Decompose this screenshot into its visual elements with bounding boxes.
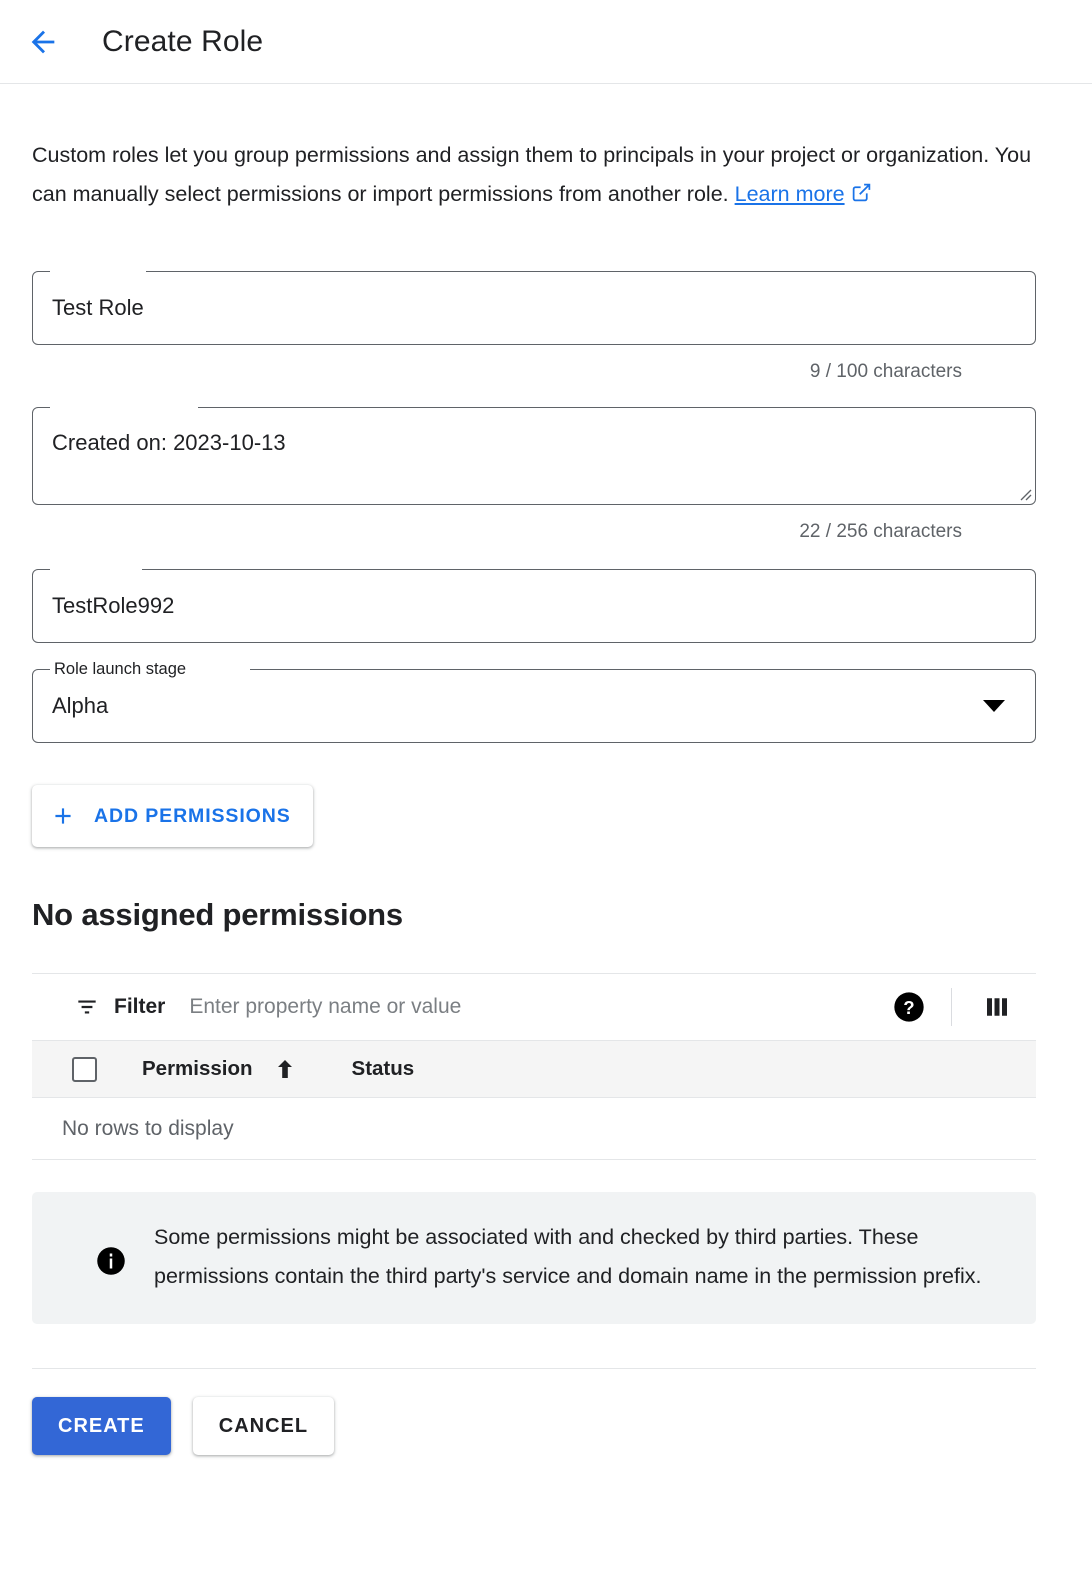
open-in-new-icon[interactable] (851, 177, 872, 216)
add-permissions-button[interactable]: ADD PERMISSIONS (32, 785, 313, 847)
filter-toolbar: Filter Enter property name or value ? (32, 974, 1036, 1040)
help-filled-icon[interactable]: ? (893, 991, 925, 1023)
info-filled-icon (96, 1246, 126, 1276)
role-description-field[interactable]: Created on: 2023-10-13 (32, 407, 1036, 505)
svg-text:?: ? (903, 997, 914, 1018)
learn-more-link[interactable]: Learn more (735, 182, 845, 206)
table-header-row: Permission Status (32, 1040, 1036, 1098)
back-button[interactable] (19, 18, 67, 66)
page-title: Create Role (102, 25, 263, 59)
launch-stage-select[interactable]: Role launch stage Alpha (32, 669, 1036, 743)
column-settings-icon[interactable] (982, 992, 1012, 1022)
permissions-section-title: No assigned permissions (32, 897, 1092, 933)
role-title-counter: 9 / 100 characters (32, 361, 962, 383)
column-header-status[interactable]: Status (352, 1057, 415, 1081)
filter-list-icon[interactable] (74, 994, 100, 1020)
page-header: Create Role (0, 0, 1092, 84)
cancel-button[interactable]: CANCEL (193, 1397, 334, 1455)
footer-actions: CREATE CANCEL (32, 1397, 1092, 1455)
add-permissions-label: ADD PERMISSIONS (94, 805, 291, 828)
sort-ascending-arrow-icon (273, 1057, 297, 1081)
filter-label: Filter (114, 995, 165, 1019)
description-text: Custom roles let you group permissions a… (32, 143, 1031, 206)
third-party-info-callout: Some permissions might be associated wit… (32, 1192, 1036, 1324)
role-id-field-wrapper: TestRole992 (32, 569, 1036, 643)
column-header-permission[interactable]: Permission (142, 1057, 297, 1081)
role-title-value: Test Role (52, 272, 144, 344)
launch-stage-value: Alpha (52, 670, 108, 742)
dropdown-arrow-icon[interactable] (983, 700, 1005, 712)
launch-stage-field-wrapper: Role launch stage Alpha (32, 669, 1036, 743)
create-role-page: Create Role Custom roles let you group p… (0, 0, 1092, 1596)
permissions-table: Permission Status No rows to display (32, 1040, 1036, 1160)
callout-text: Some permissions might be associated wit… (154, 1218, 1004, 1296)
role-title-field[interactable]: Test Role (32, 271, 1036, 345)
role-description-counter: 22 / 256 characters (32, 521, 962, 543)
arrow-back-icon (26, 25, 60, 59)
role-description-value: Created on: 2023-10-13 (52, 430, 286, 456)
resize-handle-icon[interactable] (1016, 485, 1032, 501)
role-id-field[interactable]: TestRole992 (32, 569, 1036, 643)
filter-input[interactable]: Enter property name or value (189, 995, 893, 1019)
plus-icon (50, 803, 76, 829)
toolbar-divider (951, 988, 952, 1026)
role-description-label-notch (50, 407, 198, 409)
footer-divider (32, 1368, 1036, 1369)
role-title-field-wrapper: Test Role 9 / 100 characters (32, 271, 1036, 383)
role-description-field-wrapper: Created on: 2023-10-13 22 / 256 characte… (32, 407, 1036, 543)
column-header-permission-label: Permission (142, 1057, 253, 1081)
role-id-value: TestRole992 (52, 570, 174, 642)
create-button[interactable]: CREATE (32, 1397, 171, 1455)
select-all-checkbox[interactable] (72, 1057, 97, 1082)
table-empty-message: No rows to display (32, 1098, 1036, 1160)
page-description: Custom roles let you group permissions a… (32, 136, 1036, 216)
